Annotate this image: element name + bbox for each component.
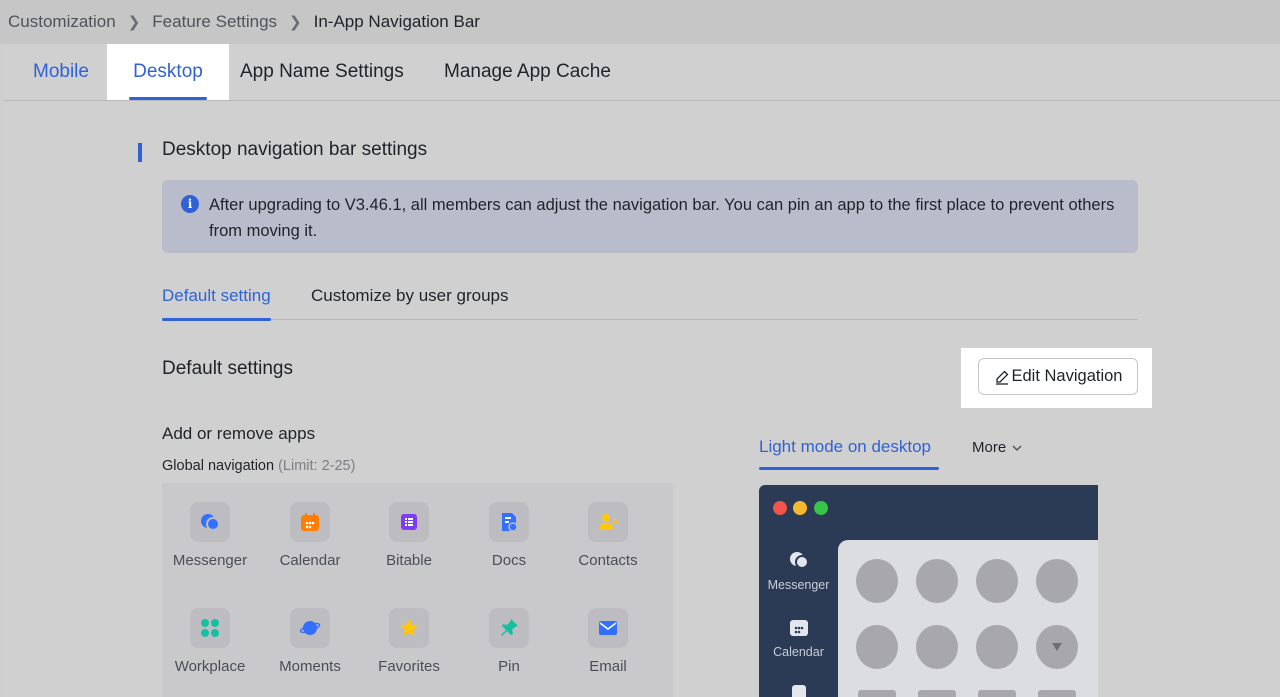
app-contacts[interactable]: Contacts (558, 502, 658, 569)
messenger-icon (789, 552, 809, 569)
app-label: Favorites (378, 658, 440, 675)
tab-default-setting[interactable]: Default setting (162, 286, 271, 321)
preview-sidebar-docs (759, 683, 838, 697)
edit-navigation-button[interactable]: Edit Navigation (978, 358, 1138, 395)
docs-icon (791, 685, 806, 697)
add-remove-apps-title: Add or remove apps (162, 424, 316, 443)
messenger-icon (190, 502, 230, 542)
app-moments[interactable]: Moments (260, 608, 360, 675)
preview-sidebar-messenger: Messenger (759, 549, 838, 592)
preview-content-pane (838, 540, 1098, 697)
app-label: Contacts (578, 552, 638, 569)
expand-placeholder (1036, 625, 1078, 669)
contacts-icon (588, 502, 628, 542)
chevron-down-icon (1012, 445, 1022, 451)
more-label: More (972, 439, 1007, 456)
app-calendar[interactable]: Calendar (260, 502, 360, 569)
sub-tabs: Default setting Customize by user groups (162, 286, 1138, 321)
more-dropdown[interactable]: More (972, 439, 1022, 456)
app-placeholder (858, 690, 896, 697)
tab-light-mode-desktop[interactable]: Light mode on desktop (759, 437, 931, 457)
section-accent-bar (138, 143, 142, 162)
moments-icon (290, 608, 330, 648)
app-placeholder (856, 559, 898, 603)
app-label: Moments (279, 658, 341, 675)
window-minimize-dot (793, 501, 807, 515)
email-icon (588, 608, 628, 648)
app-placeholder (1036, 559, 1078, 603)
breadcrumb: Customization ❯ Feature Settings ❯ In-Ap… (0, 0, 1280, 44)
limit-text: (Limit: 2-25) (278, 458, 356, 474)
pin-icon (489, 608, 529, 648)
tab-app-name-settings[interactable]: App Name Settings (240, 44, 404, 100)
app-messenger[interactable]: Messenger (160, 502, 260, 569)
favorites-icon (389, 608, 429, 648)
preview-sidebar-label: Messenger (767, 578, 830, 592)
section-title: Desktop navigation bar settings (162, 139, 428, 160)
app-bitable[interactable]: Bitable (359, 502, 459, 569)
preview-sidebar-label: Calendar (773, 645, 824, 659)
app-placeholder (1038, 690, 1076, 697)
app-label: Messenger (172, 552, 248, 569)
app-label: Calendar (279, 552, 341, 569)
preview-sidebar-calendar: Calendar (759, 616, 838, 659)
app-docs[interactable]: Docs (459, 502, 559, 569)
edit-navigation-label: Edit Navigation (1011, 367, 1123, 385)
app-label: Docs (491, 552, 527, 569)
window-maximize-dot (814, 501, 828, 515)
tab-desktop[interactable]: Desktop (107, 44, 229, 100)
workplace-icon (190, 608, 230, 648)
global-navigation-text: Global navigation (162, 458, 275, 474)
app-favorites[interactable]: Favorites (359, 608, 459, 675)
docs-icon (489, 502, 529, 542)
app-label: Pin (498, 658, 520, 675)
preview-tab-underline (759, 467, 939, 470)
tab-customize-by-user-groups[interactable]: Customize by user groups (311, 286, 508, 320)
app-label: Workplace (174, 658, 246, 675)
window-close-dot (773, 501, 787, 515)
app-placeholder (918, 690, 956, 697)
app-label: Email (589, 658, 627, 675)
app-grid: Messenger Calendar Bitable Docs Contacts (162, 483, 673, 697)
tab-mobile[interactable]: Mobile (33, 44, 89, 100)
chevron-right-icon: ❯ (289, 14, 302, 31)
app-email[interactable]: Email (558, 608, 658, 675)
main-tabs: Mobile Desktop App Name Settings Manage … (4, 44, 1280, 101)
calendar-icon (789, 620, 808, 636)
breadcrumb-feature-settings[interactable]: Feature Settings (152, 12, 277, 32)
app-placeholder (856, 625, 898, 669)
app-pin[interactable]: Pin (459, 608, 559, 675)
desktop-preview: Messenger Calendar (759, 485, 1098, 697)
app-label: Bitable (386, 552, 432, 569)
app-placeholder (978, 690, 1016, 697)
bitable-icon (389, 502, 429, 542)
info-icon: i (181, 195, 199, 213)
content-area: Desktop navigation bar settings i After … (4, 101, 1280, 697)
app-placeholder (976, 559, 1018, 603)
app-workplace[interactable]: Workplace (160, 608, 260, 675)
breadcrumb-current: In-App Navigation Bar (313, 12, 480, 31)
info-text: After upgrading to V3.46.1, all members … (209, 196, 1115, 240)
app-placeholder (916, 625, 958, 669)
default-settings-title: Default settings (162, 358, 293, 379)
app-placeholder (976, 625, 1018, 669)
info-banner: i After upgrading to V3.46.1, all member… (162, 180, 1138, 253)
pencil-icon (995, 370, 1008, 385)
triangle-down-icon (1052, 643, 1062, 651)
app-placeholder (916, 559, 958, 603)
calendar-icon (290, 502, 330, 542)
chevron-right-icon: ❯ (127, 14, 141, 31)
tab-manage-app-cache[interactable]: Manage App Cache (444, 44, 611, 100)
breadcrumb-customization[interactable]: Customization (8, 12, 116, 32)
global-navigation-label: Global navigation (Limit: 2-25) (162, 458, 355, 474)
